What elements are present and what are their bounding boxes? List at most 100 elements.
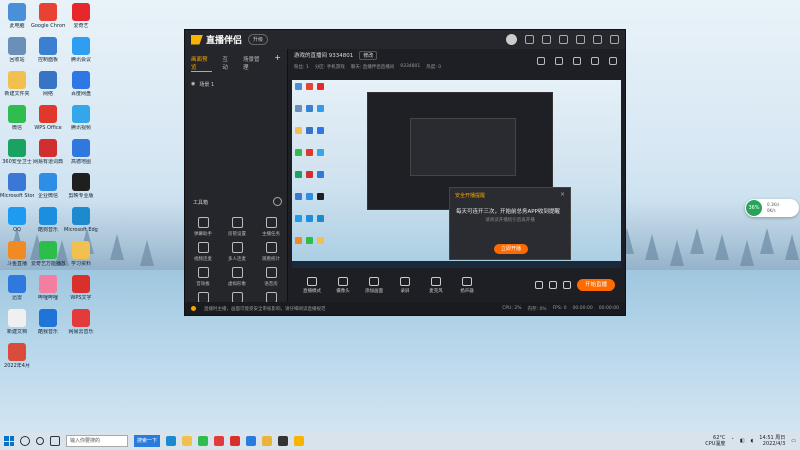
network-icon[interactable]: ◧ <box>740 438 745 444</box>
wps-taskbar-icon[interactable] <box>230 436 240 446</box>
record-button[interactable]: 录屏 <box>391 276 419 294</box>
lock-icon[interactable] <box>555 57 563 65</box>
notification-icon[interactable]: ▭ <box>791 438 796 444</box>
gift-icon[interactable] <box>537 57 545 65</box>
desktop-icon[interactable]: 微信 <box>0 105 34 131</box>
message-icon[interactable] <box>525 35 534 44</box>
desktop-icon[interactable]: WPS文字 <box>64 275 98 301</box>
toolbox-item[interactable]: 多人连麦 <box>222 242 252 262</box>
desktop-icon[interactable]: 剪映专业版 <box>64 173 98 199</box>
scene-item[interactable]: ◉ 场景 1 <box>185 78 287 91</box>
desktop-icon[interactable]: 高德地图 <box>64 139 98 165</box>
toolbox-item[interactable]: 虚拟形象 <box>222 267 252 287</box>
search-icon[interactable] <box>20 436 30 446</box>
toolbox-item[interactable]: 主播任务 <box>256 217 286 237</box>
menu-icon[interactable] <box>559 35 568 44</box>
live-mode-button[interactable]: 直播模式 <box>298 276 326 294</box>
desktop-icon[interactable]: 新建文档 <box>0 309 34 335</box>
tray-chevron-icon[interactable]: ˄ <box>731 438 734 444</box>
desktop-icon[interactable]: 新建文件夹 <box>0 71 34 97</box>
add-source-button[interactable]: 添加画面 <box>360 276 388 294</box>
desktop-icon[interactable]: 爱奇艺 <box>64 3 98 29</box>
cortana-icon[interactable] <box>36 437 44 445</box>
start-live-button[interactable]: 开始直播 <box>577 279 615 291</box>
folder-taskbar-icon[interactable] <box>262 436 272 446</box>
desktop-icon[interactable]: QQ <box>0 207 34 233</box>
edge-taskbar-icon[interactable] <box>166 436 176 446</box>
tab-scenes[interactable]: 场景管理 <box>243 55 264 72</box>
desktop-icon[interactable]: 百度网盘 <box>64 71 98 97</box>
tab-interact[interactable]: 互动 <box>222 55 233 72</box>
desktop-icon[interactable]: 迅雷 <box>0 275 34 301</box>
speaker-button[interactable]: 扬声器 <box>453 276 481 294</box>
toolbox-item[interactable]: 音效板 <box>188 267 218 287</box>
close-icon[interactable] <box>610 35 619 44</box>
screen-icon[interactable] <box>573 57 581 65</box>
desktop-icon[interactable]: 哔哩哔哩 <box>31 275 65 301</box>
app-taskbar-icon[interactable] <box>246 436 256 446</box>
network-speed-widget[interactable]: 36% 0.1K/s 0K/s <box>745 199 799 217</box>
desktop-icon[interactable]: 360安全卫士 <box>0 139 34 165</box>
taskbar-search-input[interactable]: 输入你要搜的 <box>66 435 128 447</box>
tab-preview[interactable]: 画面预览 <box>191 55 213 72</box>
toolbox-item[interactable]: 视频连麦 <box>188 242 218 262</box>
cpu-temp[interactable]: 62°C CPU温度 <box>705 435 725 447</box>
desktop-icon[interactable]: 网络 <box>31 71 65 97</box>
dialog-start-button[interactable]: 立即开播 <box>494 244 528 254</box>
desktop-icon[interactable]: 爱奇艺万能播放器 <box>31 241 65 267</box>
desktop-icon[interactable]: 回收站 <box>0 37 34 63</box>
desktop-icon[interactable]: 网易有道词典 <box>31 139 65 165</box>
video-icon[interactable] <box>535 281 543 289</box>
minimize-icon[interactable] <box>576 35 585 44</box>
maximize-icon[interactable] <box>593 35 602 44</box>
dialog-close-icon[interactable]: × <box>560 191 565 198</box>
desktop-icon[interactable]: 控制面板 <box>31 37 65 63</box>
eye-icon[interactable]: ◉ <box>191 81 195 88</box>
desktop-icon[interactable]: Microsoft Edge <box>64 207 98 233</box>
live-companion-taskbar-icon[interactable] <box>294 436 304 446</box>
desktop-icon[interactable]: 企业微信 <box>31 173 65 199</box>
explorer-taskbar-icon[interactable] <box>182 436 192 446</box>
desktop-icon[interactable]: 腾讯视频 <box>64 105 98 131</box>
taskbar-search-button[interactable]: 搜索一下 <box>134 435 160 447</box>
share-icon[interactable] <box>609 57 617 65</box>
douyin-taskbar-icon[interactable] <box>278 436 288 446</box>
toolbox-item[interactable]: 语音房 <box>256 267 286 287</box>
clock[interactable]: 14:51 周日 2022/4/3 <box>759 435 785 447</box>
mic-button[interactable]: 麦克风 <box>422 276 450 294</box>
desktop-icon[interactable]: 腾讯会议 <box>64 37 98 63</box>
upgrade-badge[interactable]: 升级 <box>248 34 269 45</box>
toolbox-item[interactable]: 弹幕助手 <box>188 217 218 237</box>
desktop-icon[interactable]: 学习资料 <box>64 241 98 267</box>
task-view-icon[interactable] <box>50 436 60 446</box>
desktop-icon[interactable]: 2022年4月 <box>0 343 34 369</box>
desktop-icon[interactable]: Google Chrome <box>31 3 65 29</box>
stream-preview[interactable]: 安全开播提醒 × 每天可连开三次，开始前总务APP收到提醒 请阅读开播指引后再开… <box>292 80 621 268</box>
toolbox-settings-icon[interactable] <box>273 197 282 206</box>
desktop-icon[interactable]: 网易云音乐 <box>64 309 98 335</box>
desktop-icon[interactable]: 酷我音乐 <box>31 309 65 335</box>
toolbox-item[interactable]: 房管设置 <box>222 217 252 237</box>
add-scene-button[interactable]: + <box>274 54 281 72</box>
bell-icon[interactable] <box>591 57 599 65</box>
chat-taskbar-icon[interactable] <box>198 436 208 446</box>
camera-button[interactable]: 摄像头 <box>329 276 357 294</box>
volume-icon[interactable]: ◖ <box>751 438 754 444</box>
desktop-icon[interactable]: WPS Office <box>31 105 65 131</box>
gear-icon[interactable] <box>563 281 571 289</box>
dialog-subtext[interactable]: 请阅读开播指引后再开播 <box>450 217 570 223</box>
user-avatar[interactable] <box>506 34 517 45</box>
edit-room-button[interactable]: 修改 <box>359 50 378 60</box>
toolbox-item[interactable]: 观看统计 <box>256 242 286 262</box>
settings-icon[interactable] <box>542 35 551 44</box>
desktop-icon[interactable]: Microsoft Store <box>0 173 34 199</box>
eye-preview-icon[interactable] <box>549 281 557 289</box>
start-button[interactable] <box>4 436 14 446</box>
tree-shape <box>715 234 729 260</box>
app-title: 直播伴侣 <box>206 36 243 46</box>
desktop-icon[interactable]: 斗鱼直播 <box>0 241 34 267</box>
desktop-icon[interactable]: 此电脑 <box>0 3 34 29</box>
desktop-icon[interactable]: 酷狗音乐 <box>31 207 65 233</box>
netease-taskbar-icon[interactable] <box>214 436 224 446</box>
room-meta-category[interactable]: 分区: 手机游戏 <box>315 64 345 70</box>
